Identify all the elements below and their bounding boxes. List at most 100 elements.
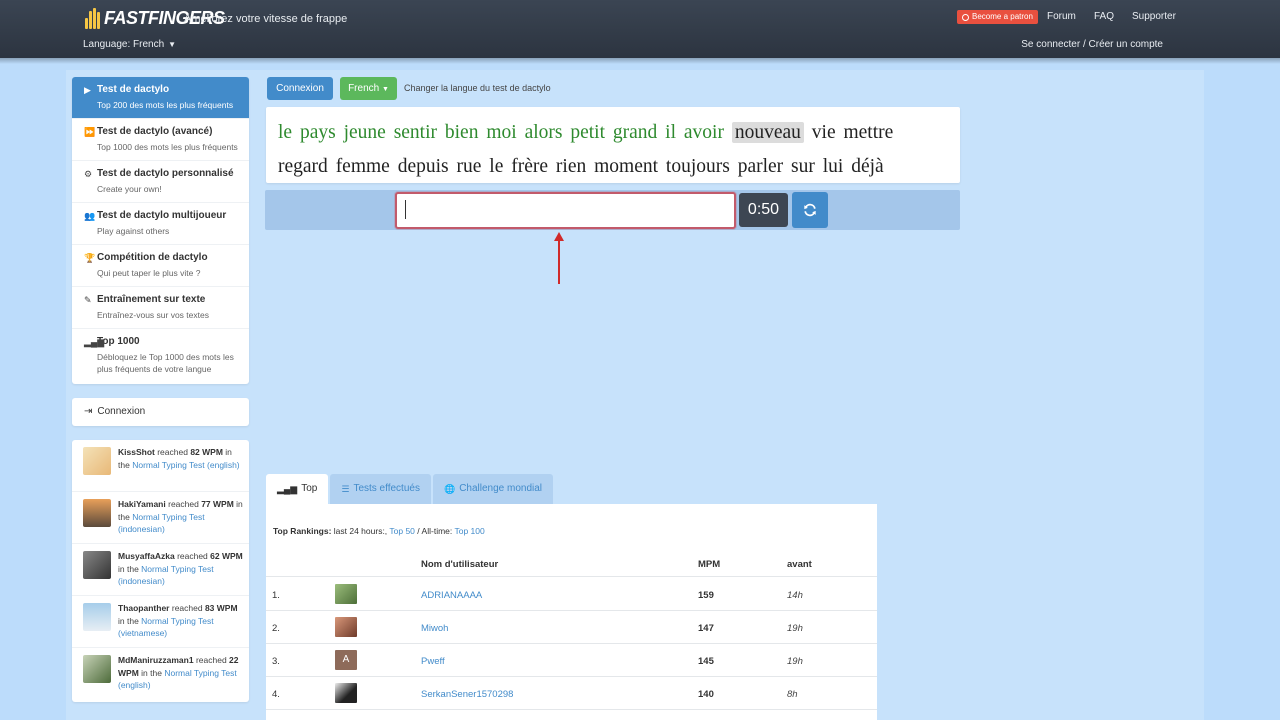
activity-user[interactable]: KissShot [118,447,155,457]
word-done: alors [524,122,563,143]
activity-item: Thaopanther reached 83 WPM in the Normal… [72,596,249,648]
word-upcoming: mettre [843,122,894,143]
sidebar-item-advanced-test[interactable]: ⏩ Test de dactylo (avancé) Top 1000 des … [72,119,249,161]
activity-user[interactable]: MusyaffaAzka [118,551,175,561]
sidebar-item-multiplayer[interactable]: 👥 Test de dactylo multijoueur Play again… [72,203,249,245]
word-done: sentir [393,122,438,143]
signal-icon: ▂▄▆ [277,484,298,494]
avatar[interactable] [83,603,111,631]
sidebar-item-subtitle: Top 200 des mots les plus fréquents [97,100,234,110]
avatar[interactable] [83,551,111,579]
recent-activity-feed: KissShot reached 82 WPM in the Normal Ty… [72,440,249,702]
cogs-icon: ⚙ [84,169,93,179]
word-upcoming: depuis [397,156,449,177]
ranking-username[interactable]: Pweff [421,656,445,667]
tab-challenge[interactable]: 🌐 Challenge mondial [432,474,554,504]
avatar[interactable] [83,447,111,475]
table-row: 4. SerkanSener1570298 140 8h [266,676,877,709]
restart-button[interactable] [792,192,828,228]
word-upcoming: regard [278,156,328,177]
word-done: il [665,122,677,143]
activity-item: HakiYamani reached 77 WPM in the Normal … [72,492,249,544]
language-select-button[interactable]: French ▼ [340,77,397,100]
word-upcoming: lui [822,156,844,177]
language-dropdown[interactable]: Language: French ▼ [83,39,176,50]
refresh-icon [804,203,816,217]
avatar[interactable] [335,617,357,637]
tab-top[interactable]: ▂▄▆ Top [266,474,329,504]
top-100-link[interactable]: Top 100 [454,526,484,536]
sidebar-item-title: Compétition de dactylo [97,252,208,263]
avatar[interactable] [335,683,357,703]
activity-item: KissShot reached 82 WPM in the Normal Ty… [72,440,249,492]
activity-user[interactable]: MdManiruzzaman1 [118,655,194,665]
nav-faq[interactable]: FAQ [1094,11,1114,22]
text-caret [405,200,406,219]
table-row: 3. A Pweff 145 19h [266,643,877,676]
sidebar-item-subtitle: Play against others [97,226,170,236]
sidebar-menu: ▶ Test de dactylo Top 200 des mots les p… [72,77,249,384]
word-upcoming: parler [737,156,784,177]
sidebar-item-typing-test[interactable]: ▶ Test de dactylo Top 200 des mots les p… [72,77,249,119]
sidebar-item-title: Test de dactylo personnalisé [97,168,234,179]
activity-test-link[interactable]: Normal Typing Test (indonesian) [118,512,205,535]
word-done: bien [444,122,479,143]
sidebar-item-custom-test[interactable]: ⚙ Test de dactylo personnalisé Create yo… [72,161,249,203]
edit-icon: ✎ [84,295,92,305]
sidebar-login-label: Connexion [97,406,146,417]
sidebar-item-competition[interactable]: 🏆 Compétition de dactylo Qui peut taper … [72,245,249,287]
avatar[interactable] [335,584,357,604]
activity-item: MdManiruzzaman1 reached 22 WPM in the No… [72,648,249,700]
nav-forum[interactable]: Forum [1047,11,1076,22]
avatar[interactable]: A [335,650,357,670]
top-navbar: FASTFINGERS Améliorez votre vitesse de f… [0,0,1280,64]
column-ago: avant [787,559,812,570]
table-row: 1. ADRIANAAAA 159 14h [266,577,877,610]
word-upcoming: le [489,156,504,177]
site-tagline: Améliorez votre vitesse de frappe [184,13,348,25]
sidebar-item-title: Test de dactylo multijoueur [97,210,227,221]
word-done: le [278,122,293,143]
sidebar-item-title: Top 1000 [97,336,140,347]
avatar[interactable] [83,655,111,683]
language-button-label: French [348,83,380,94]
pointer-arrow-icon [554,232,564,284]
users-icon: 👥 [84,211,96,221]
sidebar-item-top-1000[interactable]: ▂▄▆ Top 1000 Débloquez le Top 1000 des m… [72,329,249,384]
word-upcoming: rien [555,156,587,177]
sidebar-item-title: Test de dactylo [97,84,170,95]
logo-hand-icon [84,7,102,29]
rankings-header: Top Rankings: last 24 hours:, Top 50 / A… [273,526,485,536]
word-line-1: le pays jeune sentir bien moi alors peti… [278,116,948,150]
connexion-button[interactable]: Connexion [267,77,333,100]
word-display: le pays jeune sentir bien moi alors peti… [266,107,960,183]
word-upcoming: déjà [851,156,884,177]
word-done: avoir [683,122,724,143]
language-label: Language: French [83,39,165,50]
activity-wpm: 62 WPM [210,551,243,561]
ranking-username[interactable]: Miwoh [421,623,448,634]
activity-user[interactable]: Thaopanther [118,603,169,613]
ranking-username[interactable]: SerkanSener1570298 [421,689,513,700]
word-current: nouveau [731,122,804,143]
become-patron-button[interactable]: Become a patron [957,10,1038,24]
nav-supporter[interactable]: Supporter [1132,11,1176,22]
typing-input[interactable] [395,192,736,229]
sidebar-item-subtitle: Débloquez le Top 1000 des mots les plus … [97,352,234,374]
activity-test-link[interactable]: Normal Typing Test (english) [132,460,239,470]
sidebar-login-button[interactable]: ⇥ Connexion [72,398,249,426]
tab-tests[interactable]: ☰ Tests effectués [330,474,431,504]
avatar[interactable] [83,499,111,527]
sign-in-icon: ⇥ [84,406,93,417]
top-50-link[interactable]: Top 50 [389,526,415,536]
patreon-icon [962,13,969,21]
word-done: petit [570,122,606,143]
ranking-username[interactable]: ADRIANAAAA [421,590,482,601]
activity-user[interactable]: HakiYamani [118,499,166,509]
word-done: grand [612,122,658,143]
word-upcoming: rue [456,156,482,177]
login-register-link[interactable]: Se connecter / Créer un compte [1021,39,1163,50]
trophy-icon: 🏆 [84,253,96,263]
sidebar-item-subtitle: Top 1000 des mots les plus fréquents [97,142,238,152]
sidebar-item-text-practice[interactable]: ✎ Entraînement sur texte Entraînez-vous … [72,287,249,329]
